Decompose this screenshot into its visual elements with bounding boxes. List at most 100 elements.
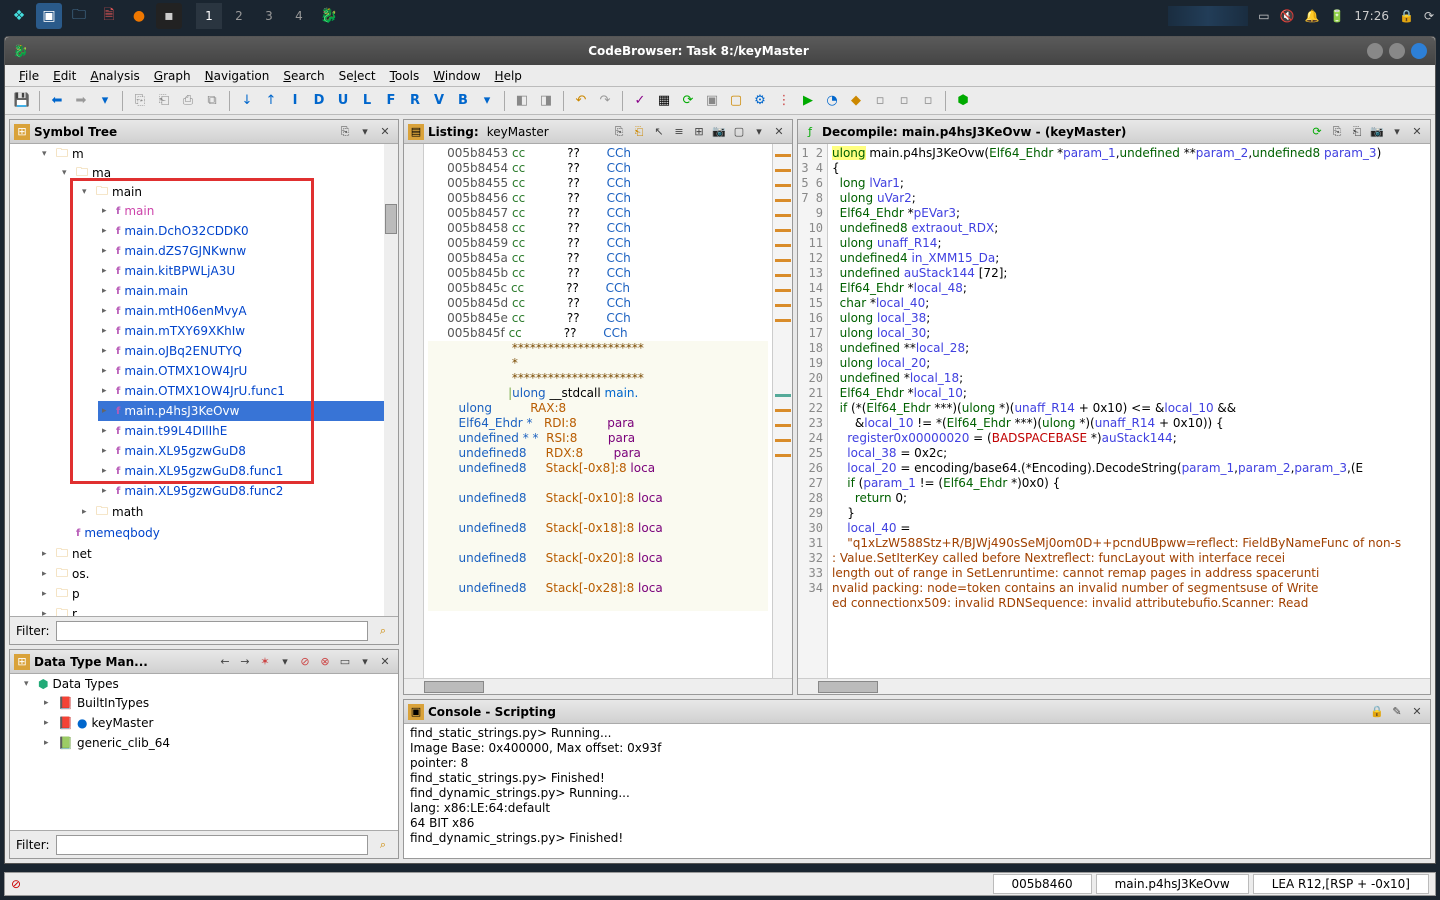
symbol-tree[interactable]: ▾🗀m ▾🗀ma ▾🗀main ▸fmain▸fmain.DchO32CDDK0… xyxy=(10,144,398,616)
listing-hscroll[interactable] xyxy=(404,678,792,694)
decomp-menu[interactable]: ▾ xyxy=(1388,123,1406,141)
listing-close[interactable]: ✕ xyxy=(770,123,788,141)
nav-dropdown-icon[interactable]: ▾ xyxy=(94,90,116,112)
refresh-icon[interactable]: ⟳ xyxy=(677,90,699,112)
dtm-t5[interactable]: ▭ xyxy=(336,653,354,671)
tool-a[interactable]: ▫ xyxy=(869,90,891,112)
menu-tools[interactable]: Tools xyxy=(384,67,426,85)
menu-edit[interactable]: Edit xyxy=(47,67,82,85)
grid-icon[interactable]: ▦ xyxy=(653,90,675,112)
listing-menu[interactable]: ▾ xyxy=(750,123,768,141)
console-icon[interactable]: ▣ xyxy=(701,90,723,112)
ghidra-task-icon[interactable]: 🐉 xyxy=(316,3,342,29)
menu-help[interactable]: Help xyxy=(489,67,528,85)
dtm-t4[interactable]: ⊗ xyxy=(316,653,334,671)
tool-clip[interactable]: ⎙ xyxy=(177,90,199,112)
symtree-item-14[interactable]: ▸fmain.XL95gzwGuD8.func2 xyxy=(98,481,398,501)
listing-minimap[interactable] xyxy=(772,144,792,678)
kali-menu-icon[interactable]: ❖ xyxy=(6,3,32,29)
letter-l[interactable]: L xyxy=(356,90,378,112)
tool-misc2[interactable]: ◨ xyxy=(535,90,557,112)
listing-t4[interactable]: ⊞ xyxy=(690,123,708,141)
clock[interactable]: 17:26 xyxy=(1354,9,1389,23)
tool-dup[interactable]: ⧉ xyxy=(201,90,223,112)
letter-b[interactable]: B xyxy=(452,90,474,112)
menu-navigation[interactable]: Navigation xyxy=(199,67,276,85)
tool-paste[interactable]: ⎗ xyxy=(153,90,175,112)
diamond-icon[interactable]: ◆ xyxy=(845,90,867,112)
play-icon[interactable]: ▶ xyxy=(797,90,819,112)
listing-content[interactable]: 005b8453 cc ?? CCh 005b8454 cc ?? CCh 00… xyxy=(424,144,772,678)
box-icon[interactable]: ▢ xyxy=(725,90,747,112)
menu-window[interactable]: Window xyxy=(427,67,486,85)
symtree-item-1[interactable]: ▸fmain.DchO32CDDK0 xyxy=(98,221,398,241)
letter-i[interactable]: I xyxy=(284,90,306,112)
letter-u[interactable]: U xyxy=(332,90,354,112)
redo-icon[interactable]: ↷ xyxy=(594,90,616,112)
files-icon[interactable]: 🗀 xyxy=(66,3,92,29)
dots-icon[interactable]: ⋮ xyxy=(773,90,795,112)
menu-file[interactable]: File xyxy=(13,67,45,85)
symtree-filter-icon[interactable]: ⌕ xyxy=(374,622,392,640)
symtree-item-7[interactable]: ▸fmain.oJBq2ENUTYQ xyxy=(98,341,398,361)
symtree-item-11[interactable]: ▸fmain.t99L4DIlIhE xyxy=(98,421,398,441)
decomp-refresh-icon[interactable]: ⟳ xyxy=(1308,123,1326,141)
tray-power-icon[interactable]: ⟳ xyxy=(1424,9,1434,23)
dtm-t3[interactable]: ⊘ xyxy=(296,653,314,671)
menu-select[interactable]: Select xyxy=(333,67,382,85)
workspace-3[interactable]: 3 xyxy=(256,3,282,29)
listing-t2[interactable]: ⎗ xyxy=(630,123,648,141)
save-icon[interactable]: 💾 xyxy=(11,90,33,112)
dtm-t6[interactable]: ▾ xyxy=(356,653,374,671)
back-icon[interactable]: ⬅ xyxy=(46,90,68,112)
symtree-item-10[interactable]: ▸fmain.p4hsJ3KeOvw xyxy=(98,401,398,421)
pie-icon[interactable]: ◔ xyxy=(821,90,843,112)
tray-display-icon[interactable]: ▭ xyxy=(1258,9,1269,23)
shell-icon[interactable]: ▪ xyxy=(156,3,182,29)
tray-notify-icon[interactable]: 🔔 xyxy=(1304,9,1319,23)
editor-icon[interactable]: 🗎 xyxy=(96,3,122,29)
listing-t5[interactable]: ▢ xyxy=(730,123,748,141)
tool-misc1[interactable]: ◧ xyxy=(511,90,533,112)
symtree-item-6[interactable]: ▸fmain.mTXY69XKhIw xyxy=(98,321,398,341)
symtree-item-0[interactable]: ▸fmain xyxy=(98,201,398,221)
listing-cursor-icon[interactable]: ↖ xyxy=(650,123,668,141)
dtm-filter-icon[interactable]: ⌕ xyxy=(374,836,392,854)
decomp-copy-icon[interactable]: ⎘ xyxy=(1328,123,1346,141)
tray-battery-icon[interactable]: 🔋 xyxy=(1329,9,1344,23)
symtree-item-3[interactable]: ▸fmain.kitBPWLjA3U xyxy=(98,261,398,281)
symtree-item-9[interactable]: ▸fmain.OTMX1OW4JrU.func1 xyxy=(98,381,398,401)
dtm-tree[interactable]: ▾⬢Data Types ▸📕BuiltInTypes ▸📕●keyMaster… xyxy=(10,674,398,830)
dtm-back[interactable]: ← xyxy=(216,653,234,671)
b-dropdown[interactable]: ▾ xyxy=(476,90,498,112)
tool-b[interactable]: ▫ xyxy=(893,90,915,112)
titlebar[interactable]: 🐉 CodeBrowser: Task 8:/keyMaster xyxy=(5,37,1435,65)
close-button[interactable] xyxy=(1411,43,1427,59)
dtm-fwd[interactable]: → xyxy=(236,653,254,671)
listing-camera-icon[interactable]: 📷 xyxy=(710,123,728,141)
tray-lock-icon[interactable]: 🔒 xyxy=(1399,9,1414,23)
tray-volume-icon[interactable]: 🔇 xyxy=(1280,9,1295,23)
symtree-scrollbar[interactable] xyxy=(384,144,398,616)
menu-search[interactable]: Search xyxy=(277,67,330,85)
decomp-camera-icon[interactable]: 📷 xyxy=(1368,123,1386,141)
firefox-icon[interactable]: ● xyxy=(126,3,152,29)
dtm-t1[interactable]: ✶ xyxy=(256,653,274,671)
decomp-export-icon[interactable]: ⎗ xyxy=(1348,123,1366,141)
console-lock-icon[interactable]: 🔒 xyxy=(1368,703,1386,721)
dtm-t2[interactable]: ▾ xyxy=(276,653,294,671)
maximize-button[interactable] xyxy=(1389,43,1405,59)
forward-icon[interactable]: ➡ xyxy=(70,90,92,112)
gear-icon[interactable]: ⚙ xyxy=(749,90,771,112)
menu-graph[interactable]: Graph xyxy=(148,67,197,85)
decomp-close[interactable]: ✕ xyxy=(1408,123,1426,141)
status-icon[interactable]: ⊘ xyxy=(11,877,21,891)
symtree-item-13[interactable]: ▸fmain.XL95gzwGuD8.func1 xyxy=(98,461,398,481)
up-arrow-icon[interactable]: ↑ xyxy=(260,90,282,112)
dtm-close[interactable]: ✕ xyxy=(376,653,394,671)
decompile-body[interactable]: 1 2 3 4 5 6 7 8 9 10 11 12 13 14 15 16 1… xyxy=(798,144,1430,678)
symtree-tool1[interactable]: ⎘ xyxy=(336,123,354,141)
workspace-4[interactable]: 4 xyxy=(286,3,312,29)
console-close[interactable]: ✕ xyxy=(1408,703,1426,721)
console-body[interactable]: find_static_strings.py> Running...Image … xyxy=(404,724,1430,858)
